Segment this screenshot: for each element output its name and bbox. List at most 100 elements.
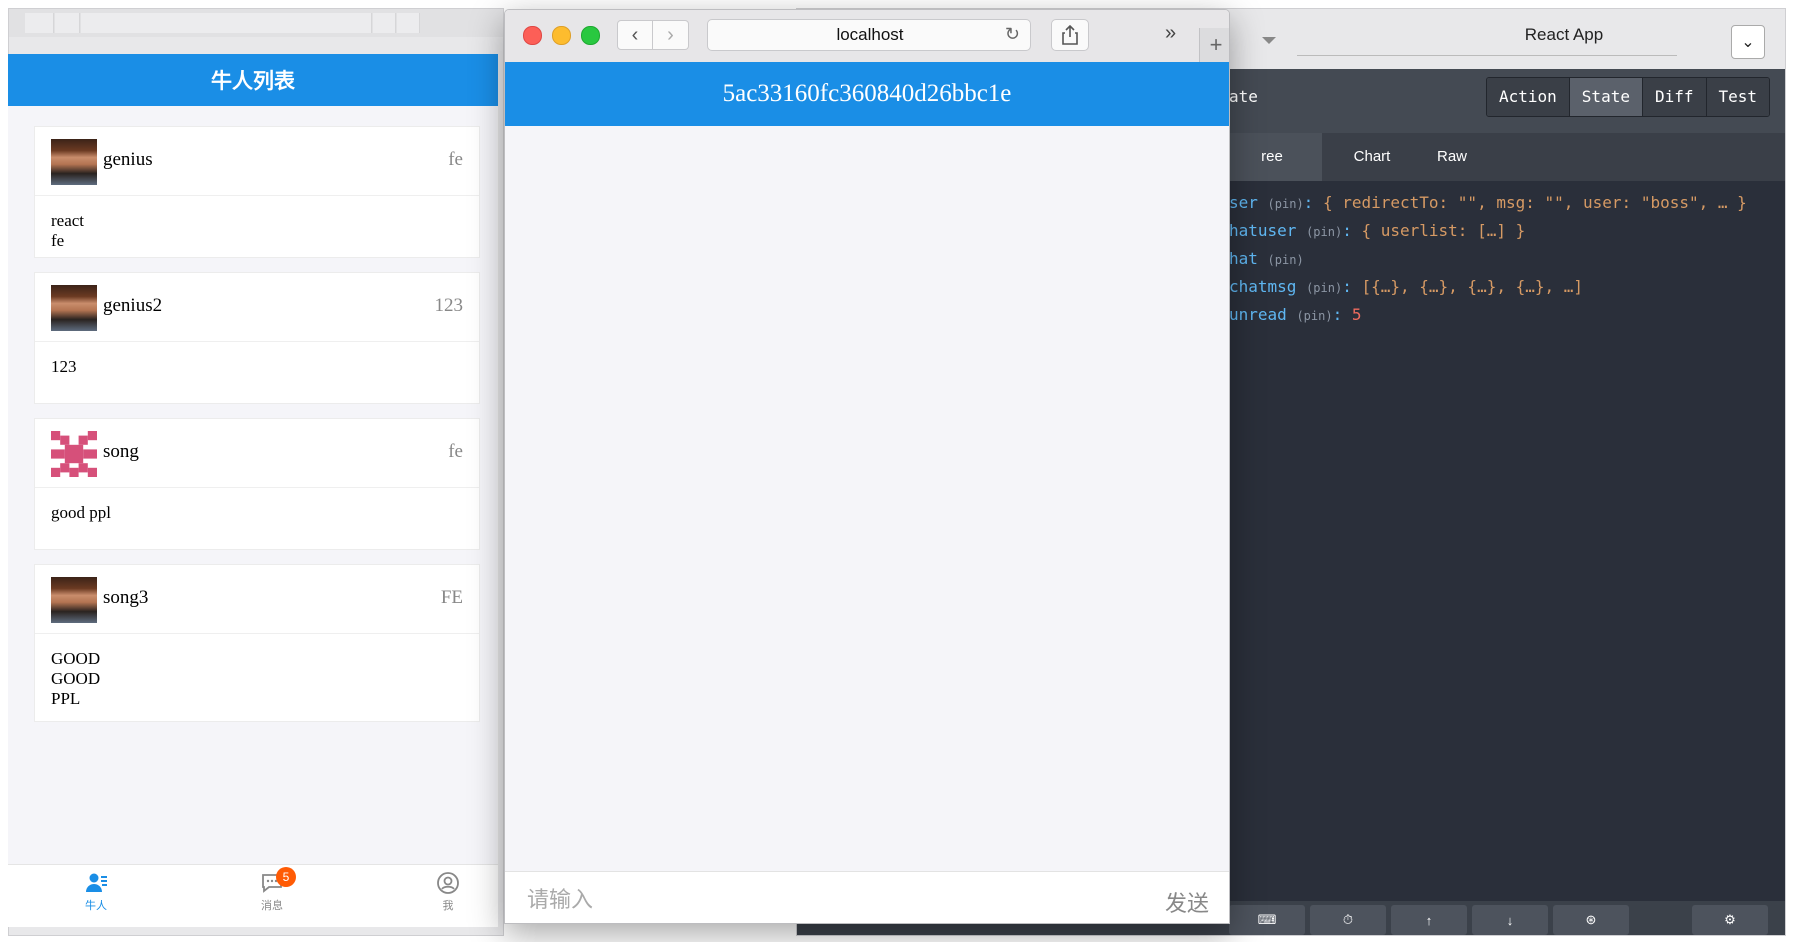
close-window-button[interactable] — [523, 26, 542, 45]
share-button[interactable] — [1051, 19, 1089, 51]
settings-icon: ⚙ — [1724, 912, 1736, 927]
tree-pin: (pin) — [1267, 253, 1304, 267]
tab-diff[interactable]: Diff — [1642, 78, 1707, 116]
user-card[interactable]: song3 FE GOOD GOOD PPL — [34, 564, 480, 722]
card-description: 123 — [51, 357, 77, 377]
tree-pin: (pin) — [1296, 309, 1333, 323]
devtools-app-title: React App — [1524, 25, 1604, 44]
tree-pin: (pin) — [1267, 197, 1304, 211]
tab-state[interactable]: State — [1569, 78, 1643, 116]
card-header: genius2 123 — [35, 273, 479, 342]
desc-line: GOOD — [51, 649, 101, 668]
state-tree-row[interactable]: unread (pin): 5 — [1229, 305, 1361, 324]
card-name: song — [103, 441, 139, 462]
card-list: genius fe react fe genius2 123 123 song … — [8, 106, 498, 864]
upload-button[interactable]: ↑ — [1391, 905, 1467, 935]
subtab-tree[interactable]: ree — [1222, 133, 1322, 181]
share-icon — [1062, 25, 1078, 45]
download-button[interactable]: ↓ — [1472, 905, 1548, 935]
tab-users[interactable]: 牛人 — [56, 871, 136, 913]
avatar — [51, 577, 97, 623]
send-button[interactable]: 发送 — [1165, 886, 1209, 918]
tree-key: unread — [1229, 305, 1287, 324]
unread-badge: 5 — [276, 867, 296, 887]
desc-line: fe — [51, 231, 65, 250]
browser-tab[interactable] — [81, 13, 372, 33]
state-tree-row[interactable]: hat (pin) — [1229, 249, 1304, 268]
chevron-right-icon: › — [667, 23, 674, 46]
tree-sep: : — [1342, 221, 1362, 240]
profile-icon — [437, 872, 459, 894]
chat-message-area — [505, 126, 1229, 871]
avatar — [51, 431, 97, 477]
card-name: genius — [103, 149, 153, 170]
user-card[interactable]: genius fe react fe — [34, 126, 480, 258]
minimize-window-button[interactable] — [552, 26, 571, 45]
tree-value: { redirectTo: "", msg: "", user: "boss",… — [1322, 193, 1747, 212]
remote-icon: ⊛ — [1585, 912, 1597, 927]
card-title: fe — [448, 149, 463, 170]
instance-dropdown-button[interactable]: ⌄ — [1731, 25, 1765, 59]
timer-button[interactable]: ⏱ — [1310, 905, 1386, 935]
back-button[interactable]: ‹ — [617, 20, 653, 50]
tree-pin: (pin) — [1306, 281, 1343, 295]
tree-value: 5 — [1351, 305, 1362, 324]
tree-value: [{…}, {…}, {…}, {…}, …] — [1361, 277, 1584, 296]
card-header: song fe — [35, 419, 479, 488]
chat-title: 5ac33160fc360840d26bbc1e — [722, 80, 1012, 107]
tree-key: hatuser — [1229, 221, 1297, 240]
browser-tab[interactable] — [55, 13, 80, 33]
chat-header: 5ac33160fc360840d26bbc1e — [505, 62, 1229, 126]
card-description: good ppl — [51, 503, 111, 523]
subtab-label: Raw — [1436, 148, 1467, 165]
zoom-window-button[interactable] — [581, 26, 600, 45]
remote-button[interactable]: ⊛ — [1553, 905, 1629, 935]
monitor-filter-label[interactable]: ate — [1229, 87, 1258, 106]
desc-line: 123 — [51, 357, 77, 376]
devtools-tab-group: Action State Diff Test — [1486, 77, 1771, 117]
tree-value: { userlist: […] } — [1361, 221, 1526, 240]
tab-label: 牛人 — [85, 900, 107, 912]
browser-tab[interactable] — [373, 13, 396, 33]
user-card[interactable]: genius2 123 123 — [34, 272, 480, 404]
subtab-raw[interactable]: Raw — [1402, 133, 1502, 181]
desc-line: GOOD — [51, 669, 101, 688]
tab-me[interactable]: 我 — [408, 871, 488, 913]
tab-messages[interactable]: 消息 5 — [232, 867, 312, 913]
address-bar[interactable]: localhost ↻ — [707, 19, 1031, 51]
state-tree-row[interactable]: ser (pin): { redirectTo: "", msg: "", us… — [1229, 193, 1747, 212]
tab-test[interactable]: Test — [1706, 78, 1770, 116]
avatar — [51, 139, 97, 185]
tab-action[interactable]: Action — [1487, 78, 1570, 116]
left-tab-strip — [9, 9, 503, 37]
more-chevron-icon[interactable]: » — [1165, 22, 1176, 45]
browser-tab[interactable] — [25, 13, 54, 33]
chevron-left-icon: ‹ — [631, 23, 639, 46]
safari-toolbar: ‹ › localhost ↻ » + — [505, 10, 1229, 63]
tree-key: chatmsg — [1229, 277, 1297, 296]
keyboard-icon: ⌨ — [1257, 912, 1277, 927]
card-header: genius fe — [35, 127, 479, 196]
settings-button[interactable]: ⚙ — [1692, 905, 1768, 935]
tree-sep: : — [1332, 305, 1352, 324]
chat-input-bar: 发送 — [505, 871, 1229, 923]
timer-icon: ⏱ — [1342, 912, 1354, 927]
keyboard-button[interactable]: ⌨ — [1229, 905, 1305, 935]
chevron-down-icon[interactable] — [1262, 37, 1276, 44]
desc-line: good ppl — [51, 503, 111, 522]
plus-icon: + — [1209, 32, 1223, 57]
browser-tab[interactable] — [397, 13, 420, 33]
state-tree-row[interactable]: hatuser (pin): { userlist: […] } — [1229, 221, 1525, 240]
page-title: 牛人列表 — [8, 54, 498, 106]
card-name: genius2 — [103, 295, 163, 316]
forward-button[interactable]: › — [653, 20, 689, 50]
title-divider — [1297, 55, 1677, 56]
chat-message-input[interactable] — [525, 884, 1089, 916]
user-card[interactable]: song fe good ppl — [34, 418, 480, 550]
chevron-down-icon: ⌄ — [1741, 34, 1755, 51]
new-tab-button[interactable]: + — [1199, 28, 1229, 62]
card-name: song3 — [103, 587, 149, 608]
state-tree-row[interactable]: chatmsg (pin): [{…}, {…}, {…}, {…}, …] — [1229, 277, 1583, 296]
reload-icon[interactable]: ↻ — [1005, 24, 1020, 45]
address-bar-url: localhost — [836, 25, 904, 44]
